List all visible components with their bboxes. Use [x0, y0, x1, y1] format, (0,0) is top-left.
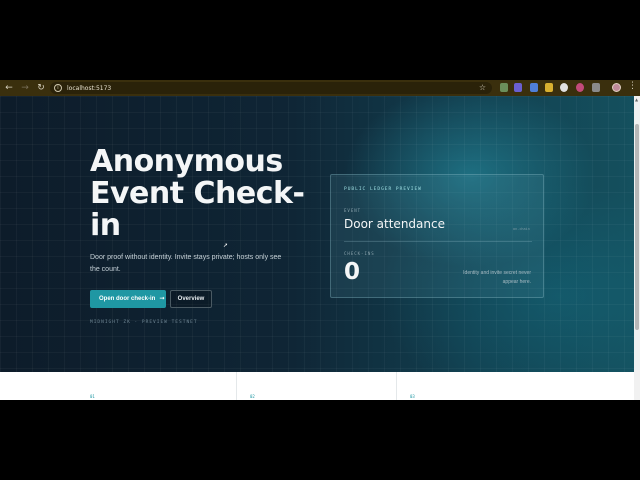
vertical-scrollbar[interactable]: ▲: [634, 96, 640, 400]
card-label: PUBLIC LEDGER PREVIEW: [344, 187, 422, 192]
event-name: Door attendance: [344, 217, 445, 231]
checkins-count: 0: [344, 259, 361, 285]
scroll-thumb[interactable]: [635, 124, 639, 330]
event-label: EVENT: [344, 208, 362, 213]
open-door-check-in-label: Open door check-in: [99, 296, 156, 302]
page-viewport: Anonymous Event Check-in Door proof with…: [0, 96, 634, 400]
back-icon[interactable]: ←: [2, 81, 16, 95]
reload-icon[interactable]: ↻: [34, 81, 48, 95]
arrow-right-icon: →: [159, 295, 165, 302]
extension-icon[interactable]: [560, 83, 568, 92]
site-info-icon[interactable]: i: [54, 84, 62, 92]
column-divider: [236, 372, 237, 400]
extension-icon[interactable]: [514, 83, 522, 92]
url-text[interactable]: localhost:5173: [67, 85, 111, 92]
open-door-check-in-button[interactable]: Open door check-in →: [90, 290, 166, 308]
hero-section: Anonymous Event Check-in Door proof with…: [0, 96, 634, 372]
step-number: 02: [250, 394, 255, 399]
network-tag: MIDNIGHT ZK · PREVIEW TESTNET: [90, 320, 198, 325]
mouse-cursor-icon: ➚: [223, 242, 229, 249]
steps-section: 01 02 03: [0, 372, 634, 400]
menu-icon[interactable]: ⋮: [628, 81, 637, 91]
hero-subtitle: Door proof without identity. Invite stay…: [90, 254, 282, 273]
bookmark-star-icon[interactable]: ☆: [479, 82, 486, 94]
page-title: Anonymous Event Check-in: [90, 144, 305, 243]
scroll-up-icon[interactable]: ▲: [635, 97, 638, 102]
address-bar[interactable]: i localhost:5173 ☆: [50, 82, 492, 94]
forward-icon[interactable]: →: [18, 81, 32, 95]
extension-icon[interactable]: [576, 83, 584, 92]
column-divider: [396, 372, 397, 400]
browser-toolbar: ← → ↻ i localhost:5173 ☆ ⋮: [0, 80, 640, 96]
extension-icon[interactable]: [500, 83, 508, 92]
extension-icon[interactable]: [530, 83, 538, 92]
event-status: on-chain: [513, 227, 530, 231]
screen: ← → ↻ i localhost:5173 ☆ ⋮ Anonymous Eve…: [0, 0, 640, 480]
checkins-label: CHECK-INS: [344, 251, 375, 256]
extension-icon[interactable]: [545, 83, 553, 92]
public-ledger-card: PUBLIC LEDGER PREVIEW EVENT Door attenda…: [330, 174, 544, 298]
step-number: 03: [410, 394, 415, 399]
puzzle-icon[interactable]: [592, 83, 600, 92]
avatar[interactable]: [612, 83, 621, 92]
card-divider: [344, 241, 532, 242]
overview-button[interactable]: Overview: [170, 290, 212, 308]
step-number: 01: [90, 394, 95, 399]
privacy-note: Identity and invite secret never appear …: [463, 270, 531, 285]
